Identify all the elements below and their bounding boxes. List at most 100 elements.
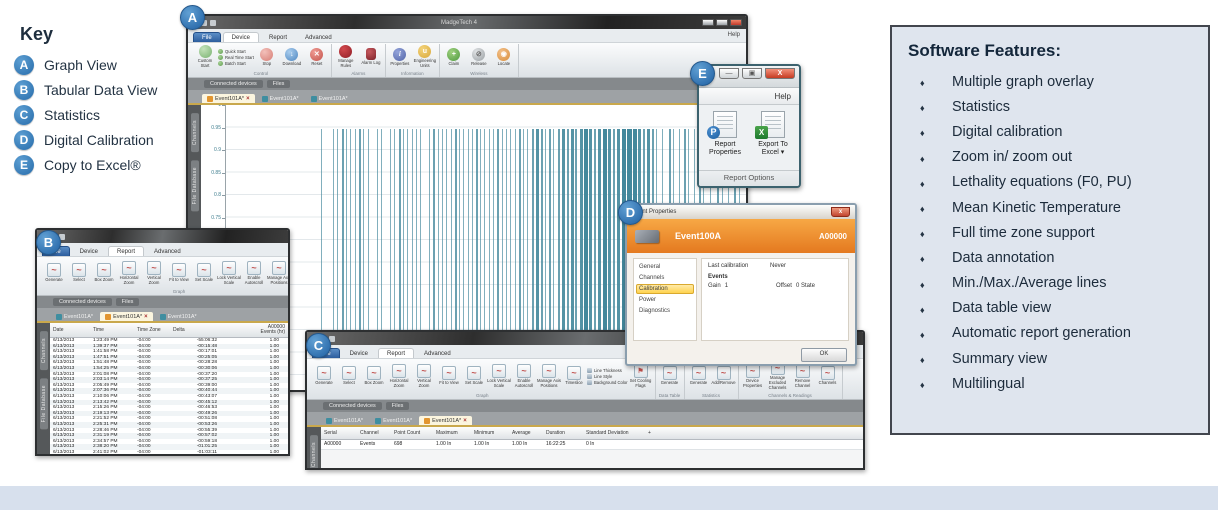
enable-autoscroll-button[interactable]: Enable Autoscroll <box>512 364 536 388</box>
channels-button[interactable]: Channels <box>816 366 840 386</box>
stats-column-[interactable]: + <box>648 430 860 436</box>
real-time-start-button[interactable]: Real Time Start <box>218 55 254 60</box>
select-button[interactable]: Select <box>337 366 361 386</box>
close-tab-icon[interactable]: × <box>144 314 148 320</box>
enable-autoscroll-button[interactable]: Enable Autoscroll <box>242 261 266 285</box>
stats-column-point-count[interactable]: Point Count <box>394 430 436 436</box>
device-properties-button[interactable]: Device Properties <box>741 364 765 388</box>
add-remove-button[interactable]: Add/Remove <box>712 366 736 386</box>
ok-button[interactable]: OK <box>801 348 847 362</box>
document-tab[interactable]: Event101A*× <box>419 416 472 425</box>
manage-axis-positions-button[interactable]: Manage Axis Positions <box>537 364 561 388</box>
set-cooling-flags-button[interactable]: Set Cooling Flags <box>629 364 653 388</box>
panel-tab-files[interactable]: Files <box>116 298 140 306</box>
document-tab[interactable]: Event101A*× <box>202 94 255 103</box>
column-date[interactable]: Date <box>53 327 93 333</box>
document-tab[interactable]: Event101A* <box>155 312 202 321</box>
panel-tab-files[interactable]: Files <box>386 402 410 410</box>
column-delta[interactable]: Delta <box>173 327 223 333</box>
table-header[interactable]: Date Time Time Zone Delta A00000 Events … <box>50 323 288 338</box>
dialog-title-bar[interactable]: Event Properties x <box>627 205 855 219</box>
close-tab-icon[interactable]: × <box>246 96 250 102</box>
table-row[interactable]: 6/13/20132:41:02 PM-04:00-01:03:111.00 <box>50 450 288 454</box>
generate-button[interactable]: Generate <box>687 366 711 386</box>
stats-column-minimum[interactable]: Minimum <box>474 430 512 436</box>
manage-axis-positions-button[interactable]: Manage Axis Positions <box>267 261 290 285</box>
background-color-button[interactable]: Background Color <box>587 380 628 385</box>
custom-start-button[interactable]: Custom Start <box>193 45 217 68</box>
release-button[interactable]: ⊘Release <box>467 48 491 67</box>
panel-tab-files[interactable]: Files <box>267 80 291 88</box>
stats-column-maximum[interactable]: Maximum <box>436 430 474 436</box>
ribbon-tab-device[interactable]: Device <box>72 247 106 256</box>
properties-nav-calibration[interactable]: Calibration <box>636 284 694 294</box>
remove-channel-button[interactable]: Remove Channel <box>791 364 815 388</box>
undo-icon[interactable] <box>210 20 216 26</box>
properties-nav-channels[interactable]: Channels <box>636 273 694 283</box>
stats-column-average[interactable]: Average <box>512 430 546 436</box>
horizontal-zoom-button[interactable]: Horizontal Zoom <box>387 364 411 388</box>
vertical-zoom-button[interactable]: Vertical Zoom <box>142 261 166 285</box>
column-events[interactable]: A00000 Events (hr) <box>223 325 285 336</box>
lock-vertical-scale-button[interactable]: Lock Vertical Scale <box>487 364 511 388</box>
title-bar[interactable]: MadgeTech 4 <box>188 16 746 29</box>
box-zoom-button[interactable]: Box Zoom <box>362 366 386 386</box>
side-tab-channels[interactable]: Channels <box>310 435 318 468</box>
help-link[interactable]: Help <box>775 92 791 101</box>
properties-nav-power[interactable]: Power <box>636 295 694 305</box>
download-button[interactable]: ↓Download <box>280 48 304 67</box>
title-bar[interactable] <box>37 230 288 243</box>
select-button[interactable]: Select <box>67 263 91 283</box>
report-properties-button[interactable]: PReport Properties <box>701 111 749 157</box>
document-tab[interactable]: Event101A* <box>257 94 304 103</box>
ribbon-tab-device[interactable]: Device <box>223 32 259 42</box>
close-button[interactable]: X <box>765 68 795 79</box>
fit-to-view-button[interactable]: Fit to View <box>167 263 191 283</box>
statistics-row[interactable]: A00000Events6981.00 In1.00 In1.00 In16:2… <box>321 440 863 450</box>
engineering-units-button[interactable]: uEngineering Units <box>413 45 437 68</box>
panel-tab-connected-devices[interactable]: Connected devices <box>53 298 112 306</box>
generate-button[interactable]: Generate <box>42 263 66 283</box>
generate-button[interactable]: Generate <box>658 366 682 386</box>
column-time[interactable]: Time <box>93 327 137 333</box>
reset-button[interactable]: ✕Reset <box>305 48 329 67</box>
document-tab[interactable]: Event101A* <box>370 416 417 425</box>
ribbon-tab-advanced[interactable]: Advanced <box>297 33 340 42</box>
gain-value[interactable]: 1 <box>725 283 728 289</box>
document-tab[interactable]: Event101A* <box>321 416 368 425</box>
document-tab[interactable]: Event101A* <box>306 94 353 103</box>
horizontal-zoom-button[interactable]: Horizontal Zoom <box>117 261 141 285</box>
fit-to-view-button[interactable]: Fit to View <box>437 366 461 386</box>
ribbon-tab-device[interactable]: Device <box>342 349 376 358</box>
maximize-button[interactable] <box>716 19 728 26</box>
stats-column-channel[interactable]: Channel <box>360 430 394 436</box>
ribbon-tab-advanced[interactable]: Advanced <box>146 247 189 256</box>
locate-button[interactable]: ◉Locate <box>492 48 516 67</box>
minimize-button[interactable]: — <box>719 68 739 79</box>
set-scale-button[interactable]: Set Scale <box>192 263 216 283</box>
generate-button[interactable]: Generate <box>312 366 336 386</box>
manage-rules-button[interactable]: Manage Rules <box>334 45 358 68</box>
set-scale-button[interactable]: Set Scale <box>462 366 486 386</box>
side-tab-channels[interactable]: Channels <box>191 113 199 152</box>
timeslice-button[interactable]: Timeslice <box>562 366 586 386</box>
side-tab-file-database[interactable]: File Database <box>40 378 48 429</box>
vertical-zoom-button[interactable]: Vertical Zoom <box>412 364 436 388</box>
properties-nav-general[interactable]: General <box>636 262 694 272</box>
close-button[interactable]: x <box>831 207 850 217</box>
line-style-button[interactable]: Line Style <box>587 374 628 379</box>
properties-nav-diagnostics[interactable]: Diagnostics <box>636 306 694 316</box>
table-body[interactable]: 6/13/20131:23:49 PM-04:00-55:06:321.006/… <box>50 338 288 454</box>
panel-tab-connected-devices[interactable]: Connected devices <box>323 402 382 410</box>
ribbon-tab-report[interactable]: Report <box>108 246 144 256</box>
ribbon-tab-file[interactable]: File <box>193 32 221 42</box>
lock-vertical-scale-button[interactable]: Lock Vertical Scale <box>217 261 241 285</box>
stats-column-standard-deviation[interactable]: Standard Deviation <box>586 430 648 436</box>
quick-start-button[interactable]: Quick Start <box>218 49 254 54</box>
close-button[interactable] <box>730 19 742 26</box>
stats-column-duration[interactable]: Duration <box>546 430 586 436</box>
panel-tab-connected-devices[interactable]: Connected devices <box>204 80 263 88</box>
properties-button[interactable]: iProperties <box>388 48 412 67</box>
document-tab[interactable]: Event101A* <box>51 312 98 321</box>
side-tab-file-database[interactable]: File Database <box>191 160 199 211</box>
